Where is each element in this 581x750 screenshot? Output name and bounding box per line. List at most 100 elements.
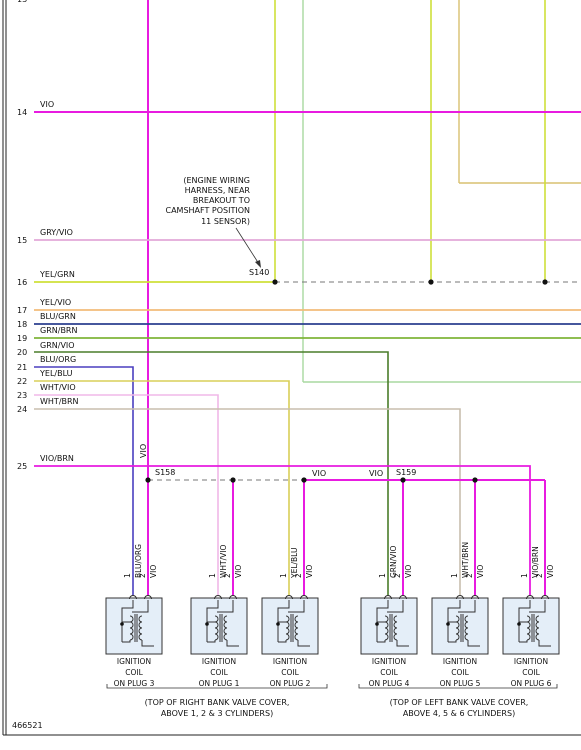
wire-label: WHT/VIO — [40, 383, 76, 392]
coil-pin1-wire-label: VIO/BRN — [531, 546, 540, 578]
coil-caption-line: COIL — [125, 668, 143, 677]
coil-caption-line: COIL — [522, 668, 540, 677]
coil-pin2-wire-label: VIO — [234, 565, 243, 578]
note-line: CAMSHAFT POSITION — [165, 206, 250, 215]
coil-pin2-wire-label: VIO — [476, 565, 485, 578]
wire-label: VIO/BRN — [40, 454, 74, 463]
wire-label: YEL/VIO — [39, 298, 71, 307]
splice-label-s140: S140 — [249, 268, 269, 277]
diagram-id: 466521 — [12, 721, 43, 730]
coil-caption-line: ON PLUG 3 — [114, 679, 155, 688]
wire-row-20-grn-vio — [34, 351, 389, 596]
coil-pin2-wire-label: VIO — [149, 565, 158, 578]
wire-label: GRN/VIO — [40, 341, 75, 350]
coil-caption-line: COIL — [451, 668, 469, 677]
ignition-coil: 1 2VIO/BRN VIOIGNITIONCOILON PLUG 6 — [502, 546, 560, 688]
engine-harness-note: (ENGINE WIRING HARNESS, NEAR BREAKOUT TO… — [165, 176, 250, 226]
coil-caption-line: IGNITION — [117, 657, 151, 666]
row-numbers: 13 14 15 16 17 18 19 20 21 22 23 24 25 — [17, 0, 27, 471]
note-line: BREAKOUT TO — [193, 196, 250, 205]
coil-caption-line: ON PLUG 1 — [199, 679, 240, 688]
coil-junction — [517, 622, 521, 626]
row-num: 13 — [17, 0, 27, 4]
caption-line: (TOP OF LEFT BANK VALVE COVER, — [390, 698, 529, 707]
coil-pin2-wire-label: VIO — [305, 565, 314, 578]
row-num: 23 — [17, 391, 27, 400]
splice-dot-coil5 — [472, 477, 478, 483]
note-pointer-line — [235, 227, 260, 265]
row-num: 22 — [17, 377, 27, 386]
coil-pin1-wire-label: BLU/ORG — [134, 544, 143, 578]
splice-dot-row16-c — [542, 279, 548, 285]
splice-label-s158: S158 — [155, 468, 175, 477]
coil-caption-line: COIL — [380, 668, 398, 677]
coil-junction — [446, 622, 450, 626]
wire-label: YEL/GRN — [39, 270, 75, 279]
right-bank-caption: (TOP OF RIGHT BANK VALVE COVER, ABOVE 1,… — [145, 698, 290, 718]
wire-label: WHT/BRN — [40, 397, 79, 406]
coil-caption-line: ON PLUG 6 — [511, 679, 552, 688]
coil-pin-number: 1 — [123, 573, 132, 578]
coil-caption-line: COIL — [281, 668, 299, 677]
note-line: 11 SENSOR) — [201, 217, 250, 226]
splice-dot-s140 — [272, 279, 278, 285]
coil-pin-number: 1 — [279, 573, 288, 578]
coil-pin2-wire-label: VIO — [546, 565, 555, 578]
coil-pin1-wire-label: GRN/VIO — [389, 545, 398, 578]
coil-pin-number: 1 — [208, 573, 217, 578]
row-num: 17 — [17, 306, 27, 315]
row-num: 24 — [17, 405, 27, 414]
caption-line: ABOVE 1, 2 & 3 CYLINDERS) — [161, 709, 273, 718]
coil-caption-line: IGNITION — [202, 657, 236, 666]
note-line: (ENGINE WIRING — [183, 176, 250, 185]
coil-pin-number: 1 — [450, 573, 459, 578]
wiring-diagram: 13 14 15 16 17 18 19 20 21 22 23 24 25 V… — [2, 0, 581, 736]
coil-caption-line: ON PLUG 4 — [369, 679, 410, 688]
row-num: 20 — [17, 348, 27, 357]
coil-caption-line: COIL — [210, 668, 228, 677]
vio-bus-label-a: VIO — [312, 469, 326, 478]
splice-label-s159: S159 — [396, 468, 416, 477]
wire-label: YEL/BLU — [39, 369, 73, 378]
left-bank-caption: (TOP OF LEFT BANK VALVE COVER, ABOVE 4, … — [390, 698, 529, 718]
splice-dot-coil1 — [230, 477, 236, 483]
wire-label: BLU/ORG — [40, 355, 76, 364]
splice-dot-s159 — [400, 477, 406, 483]
row-num: 15 — [17, 236, 27, 245]
coil-pin-number: 1 — [520, 573, 529, 578]
vio-bus-label-b: VIO — [369, 469, 383, 478]
wire-row-22-yel-blu — [34, 380, 290, 596]
coil-caption-line: ON PLUG 5 — [440, 679, 481, 688]
row-num: 18 — [17, 320, 27, 329]
coil-pin1-wire-label: YEL/BLU — [290, 548, 299, 579]
ignition-coil: 1 2GRN/VIO VIOIGNITIONCOILON PLUG 4 — [360, 545, 418, 688]
note-pointer-arrowhead — [255, 260, 261, 268]
coil-junction — [205, 622, 209, 626]
caption-line: (TOP OF RIGHT BANK VALVE COVER, — [145, 698, 290, 707]
coil-pin1-wire-label: WHT/BRN — [461, 542, 470, 578]
coil-junction — [375, 622, 379, 626]
splice-dot-coil2 — [301, 477, 307, 483]
coil-pin-number: 1 — [378, 573, 387, 578]
coil-pin1-wire-label: WHT/VIO — [219, 544, 228, 578]
coil-caption-line: ON PLUG 2 — [270, 679, 311, 688]
wire-label: BLU/GRN — [40, 312, 76, 321]
coil-caption-line: IGNITION — [372, 657, 406, 666]
row-num: 16 — [17, 278, 27, 287]
coil-junction — [276, 622, 280, 626]
row-num: 19 — [17, 334, 27, 343]
coil-pin2-wire-label: VIO — [404, 565, 413, 578]
row-num: 14 — [17, 108, 27, 117]
coil-caption-line: IGNITION — [273, 657, 307, 666]
ignition-coil: 1 2YEL/BLU VIOIGNITIONCOILON PLUG 2 — [261, 548, 319, 688]
row-num: 25 — [17, 462, 27, 471]
ignition-coil: 1 2BLU/ORG VIOIGNITIONCOILON PLUG 3 — [105, 544, 163, 688]
note-line: HARNESS, NEAR — [185, 186, 251, 195]
coil-caption-line: IGNITION — [514, 657, 548, 666]
wire-label: GRY/VIO — [40, 228, 73, 237]
wire-row-23-wht-vio — [34, 394, 219, 596]
splice-dot-s158 — [145, 477, 151, 483]
vio-vertical-label: VIO — [139, 444, 148, 458]
wire-label: GRN/BRN — [40, 326, 77, 335]
row-num: 21 — [17, 363, 27, 372]
